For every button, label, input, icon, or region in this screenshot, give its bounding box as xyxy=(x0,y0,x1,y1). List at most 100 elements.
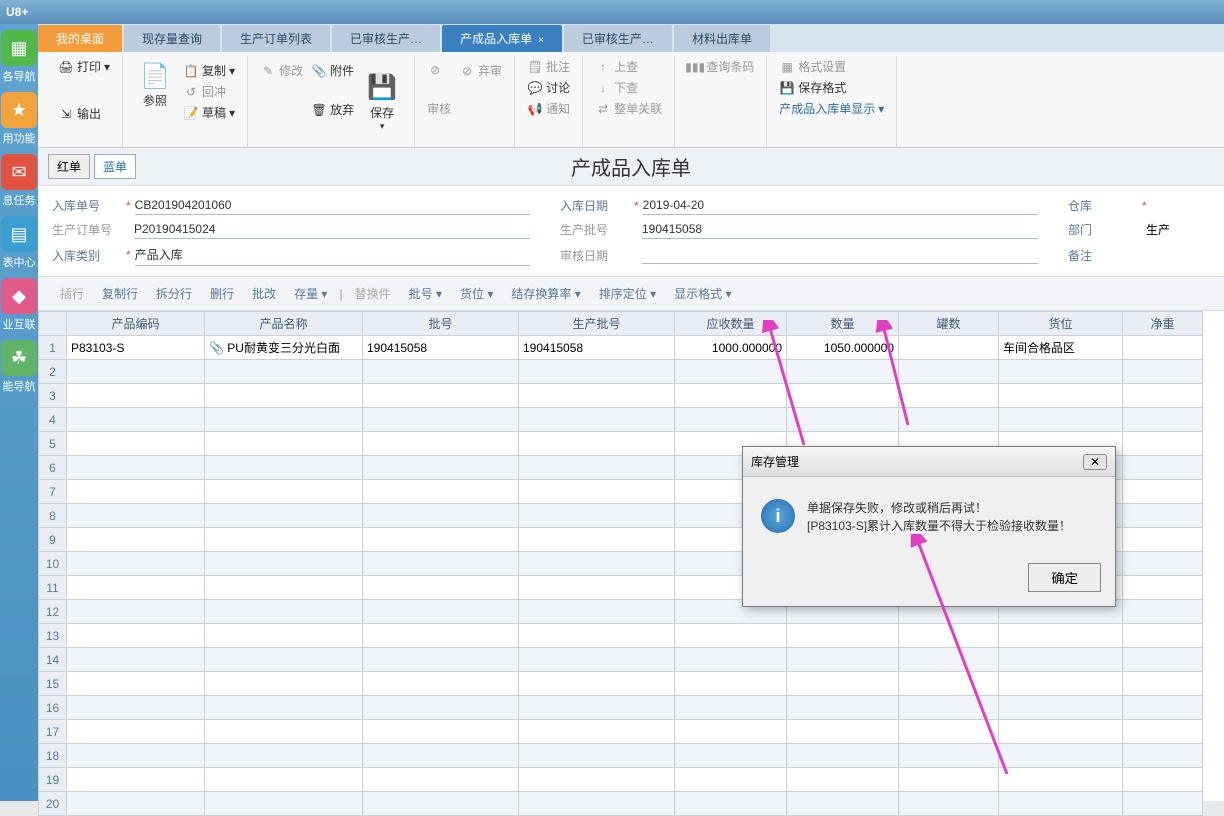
note-icon: 🗒 xyxy=(527,59,543,75)
discuss-button[interactable]: 💬讨论 xyxy=(523,77,574,98)
modify-button[interactable]: ✎修改 xyxy=(256,60,307,81)
table-row[interactable]: 4 xyxy=(39,408,1203,432)
upload-button[interactable]: ↑上查 xyxy=(591,56,666,77)
discard-review-icon: ⊘ xyxy=(459,63,475,79)
remark-label: 备注 xyxy=(1068,247,1138,264)
table-row[interactable]: 19 xyxy=(39,768,1203,792)
speech-icon: 💬 xyxy=(527,80,543,96)
table-row[interactable]: 20 xyxy=(39,792,1203,816)
split-row-button[interactable]: 拆分行 xyxy=(150,282,198,305)
prod-batch-field[interactable]: 190415058 xyxy=(642,220,1038,239)
grid-toolbar: 插行 复制行 拆分行 删行 批改 存量 ▾ | 替换件 批号 ▾ 货位 ▾ 结存… xyxy=(38,276,1224,311)
audit-date-field[interactable] xyxy=(642,246,1038,264)
barcode-icon: ▮▮▮ xyxy=(687,59,703,75)
prod-order-field[interactable]: P20190415024 xyxy=(134,220,530,239)
dialog-close-button[interactable]: ✕ xyxy=(1083,454,1107,470)
side-nav-3[interactable]: ▤表中心 xyxy=(0,216,38,270)
tab-prod-order[interactable]: 生产订单列表 xyxy=(222,25,330,52)
hedge-button[interactable]: ↺回冲 xyxy=(179,81,239,102)
category-field[interactable]: 产品入库 xyxy=(135,244,530,266)
col-qty[interactable]: 数量 xyxy=(787,312,899,336)
batch-modify-button[interactable]: 批改 xyxy=(246,282,282,305)
side-nav-0[interactable]: ▦各导航 xyxy=(0,30,38,84)
tab-bar: 我的桌面 现存量查询 生产订单列表 已审核生产… 产成品入库单× 已审核生产… … xyxy=(38,24,1224,52)
title-bar: U8+ xyxy=(0,0,1224,24)
replace-button[interactable]: 替换件 xyxy=(349,282,397,305)
audit-date-label: 审核日期 xyxy=(560,247,630,264)
abandon-review-button: ⊘ xyxy=(423,60,455,80)
table-row[interactable]: 15 xyxy=(39,672,1203,696)
convert-button[interactable]: 结存换算率 ▾ xyxy=(505,282,586,305)
dialog-header[interactable]: 库存管理 ✕ xyxy=(743,447,1115,477)
copy-button[interactable]: 📋复制▾ xyxy=(179,60,239,81)
side-nav-2[interactable]: ✉息任务 xyxy=(0,154,38,208)
batchno-button[interactable]: 批号 ▾ xyxy=(403,282,448,305)
tab-approved-2[interactable]: 已审核生产… xyxy=(564,25,672,52)
link-icon: ⇄ xyxy=(595,101,611,117)
col-rownum[interactable] xyxy=(39,312,67,336)
side-nav-5[interactable]: ☘能导航 xyxy=(0,340,38,394)
save-button[interactable]: 💾保存▾ xyxy=(358,56,406,147)
download-button[interactable]: ↓下查 xyxy=(591,77,666,98)
stock-button[interactable]: 存量 ▾ xyxy=(288,282,333,305)
dialog-ok-button[interactable]: 确定 xyxy=(1028,563,1101,592)
table-row[interactable]: 13 xyxy=(39,624,1203,648)
notify-button[interactable]: 📢通知 xyxy=(523,98,574,119)
col-name[interactable]: 产品名称 xyxy=(205,312,363,336)
table-row[interactable]: 2 xyxy=(39,360,1203,384)
print-button[interactable]: 🖨打印▾ xyxy=(54,56,114,77)
draft-button[interactable]: 📝草稿▾ xyxy=(179,102,239,123)
col-slot[interactable]: 货位 xyxy=(999,312,1123,336)
abandon-button[interactable]: 🗑放弃 xyxy=(307,99,358,120)
whole-relation-button[interactable]: ⇄整单关联 xyxy=(591,98,666,119)
attach-button[interactable]: 📎附件 xyxy=(307,60,358,81)
sort-button[interactable]: 排序定位 ▾ xyxy=(593,282,662,305)
delete-row-button[interactable]: 删行 xyxy=(204,282,240,305)
dialog-title: 库存管理 xyxy=(751,453,799,470)
prod-batch-label: 生产批号 xyxy=(560,221,630,238)
blue-button[interactable]: 蓝单 xyxy=(94,154,136,179)
side-nav-4[interactable]: ◆业互联 xyxy=(0,278,38,332)
category-label: 入库类别 xyxy=(52,247,122,264)
tab-inbound-active[interactable]: 产成品入库单× xyxy=(442,25,562,52)
error-dialog: 库存管理 ✕ i 单据保存失败，修改或稍后再试！ [P83103-S]累计入库数… xyxy=(742,446,1116,607)
format-set-button[interactable]: ▦格式设置 xyxy=(775,56,888,77)
insert-row-button[interactable]: 插行 xyxy=(54,282,90,305)
table-row[interactable]: 14 xyxy=(39,648,1203,672)
reference-button[interactable]: 📄参照 xyxy=(131,56,179,113)
table-row[interactable]: 16 xyxy=(39,696,1203,720)
in-date-label: 入库日期 xyxy=(560,197,630,214)
col-cans[interactable]: 罐数 xyxy=(899,312,999,336)
in-date-field[interactable]: 2019-04-20 xyxy=(643,196,1038,215)
draft-icon: 📝 xyxy=(183,105,199,121)
red-button[interactable]: 红单 xyxy=(48,154,90,179)
tab-material-out[interactable]: 材料出库单 xyxy=(674,25,770,52)
output-button[interactable]: ⇲输出 xyxy=(54,103,114,124)
col-prod-batch[interactable]: 生产批号 xyxy=(519,312,675,336)
table-row[interactable]: 18 xyxy=(39,744,1203,768)
table-row[interactable]: 3 xyxy=(39,384,1203,408)
save-format-button[interactable]: 💾保存格式 xyxy=(775,77,888,98)
slot-button[interactable]: 货位 ▾ xyxy=(454,282,499,305)
doc-no-field[interactable]: CB201904201060 xyxy=(135,196,530,215)
display-button[interactable]: 显示格式 ▾ xyxy=(668,282,737,305)
tab-desktop[interactable]: 我的桌面 xyxy=(38,25,122,52)
query-barcode-button[interactable]: ▮▮▮查询条码 xyxy=(683,56,758,77)
display-mode-button[interactable]: 产成品入库单显示▾ xyxy=(775,98,888,119)
table-row[interactable]: 1P83103-S📎 PU耐黄变三分光白面1904150581904150581… xyxy=(39,336,1203,360)
annotate-button[interactable]: 🗒批注 xyxy=(523,56,574,77)
col-netwt[interactable]: 净重 xyxy=(1123,312,1203,336)
col-batch[interactable]: 批号 xyxy=(363,312,519,336)
table-row[interactable]: 17 xyxy=(39,720,1203,744)
tab-approved-1[interactable]: 已审核生产… xyxy=(332,25,440,52)
side-nav-1[interactable]: ★用功能 xyxy=(0,92,38,146)
form-toggle-row: 红单 蓝单 产成品入库单 xyxy=(38,148,1224,186)
dept-label: 部门 xyxy=(1068,221,1138,238)
copy-row-button[interactable]: 复制行 xyxy=(96,282,144,305)
col-yingshou[interactable]: 应收数量 xyxy=(675,312,787,336)
pencil-icon: ✎ xyxy=(260,63,276,79)
close-icon[interactable]: × xyxy=(538,35,544,46)
tab-stock-query[interactable]: 现存量查询 xyxy=(124,25,220,52)
col-code[interactable]: 产品编码 xyxy=(67,312,205,336)
doc-no-label: 入库单号 xyxy=(52,197,122,214)
